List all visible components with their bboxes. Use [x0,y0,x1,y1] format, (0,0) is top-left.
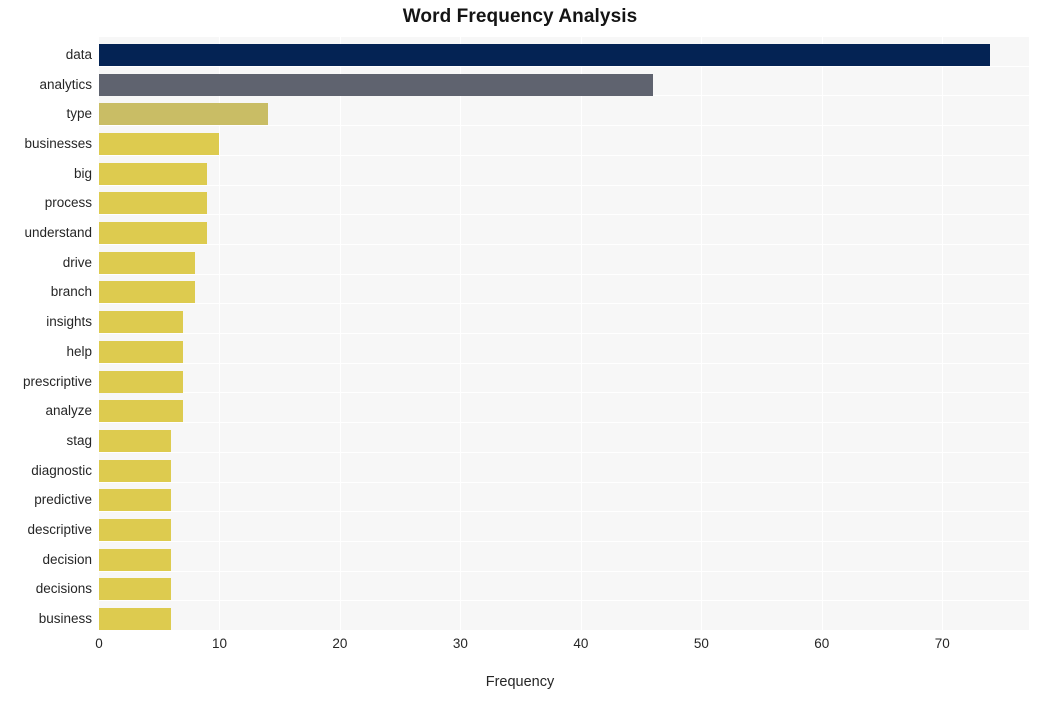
y-tick-label-branch: branch [50,284,92,300]
bar-stag[interactable] [99,429,172,452]
y-tick-label-insights: insights [46,314,92,330]
y-tick-label-decisions: decisions [35,581,92,597]
y-tick-label-decision: decision [42,551,92,567]
y-tick-label-predictive: predictive [34,492,92,508]
x-tick-label-10: 10 [211,636,227,651]
bar-understand[interactable] [99,222,208,245]
bar-help[interactable] [99,340,184,363]
y-tick-label-diagnostic: diagnostic [31,462,92,478]
bars-layer [99,36,1029,631]
y-tick-label-prescriptive: prescriptive [22,373,92,389]
x-tick-label-20: 20 [332,636,348,651]
y-tick-label-analytics: analytics [39,76,92,92]
bar-analytics[interactable] [99,73,654,96]
y-tick-label-help: help [66,343,92,359]
y-tick-label-process: process [44,195,92,211]
bar-descriptive[interactable] [99,519,172,542]
x-axis-tick-labels: 0 10 20 30 40 50 60 70 [0,636,1040,660]
bar-branch[interactable] [99,281,196,304]
bar-type[interactable] [99,103,268,126]
y-tick-label-descriptive: descriptive [27,522,92,538]
chart-title: Word Frequency Analysis [402,6,638,27]
y-tick-label-big: big [73,165,92,181]
x-tick-label-0: 0 [95,636,103,651]
y-tick-label-data: data [65,46,92,62]
y-tick-label-understand: understand [24,225,92,241]
y-axis-tick-labels: data analytics type businesses big process und… [0,36,92,630]
bar-big[interactable] [99,162,208,185]
bar-process[interactable] [99,192,208,215]
y-tick-label-stag: stag [66,432,92,448]
x-tick-label-70: 70 [934,636,950,651]
bar-businesses[interactable] [99,132,220,155]
bar-prescriptive[interactable] [99,370,184,393]
x-tick-label-40: 40 [573,636,589,651]
bar-insights[interactable] [99,311,184,334]
y-tick-label-type: type [66,106,92,122]
y-tick-label-businesses: businesses [24,135,92,151]
x-axis-title: Frequency [485,674,555,690]
word-frequency-chart-figure: Word Frequency Analysis data analytics typ… [0,0,1040,701]
y-tick-label-business: business [38,611,92,627]
bar-decision[interactable] [99,548,172,571]
x-tick-label-60: 60 [814,636,830,651]
bar-decisions[interactable] [99,578,172,601]
bar-data[interactable] [99,43,991,66]
bar-analyze[interactable] [99,400,184,423]
y-tick-label-analyze: analyze [45,403,92,419]
bar-business[interactable] [99,608,172,631]
x-tick-label-50: 50 [693,636,709,651]
gridline-y-20 [99,630,1029,631]
x-tick-label-30: 30 [452,636,468,651]
bar-predictive[interactable] [99,489,172,512]
bar-diagnostic[interactable] [99,459,172,482]
bar-drive[interactable] [99,251,196,274]
y-tick-label-drive: drive [62,254,92,270]
